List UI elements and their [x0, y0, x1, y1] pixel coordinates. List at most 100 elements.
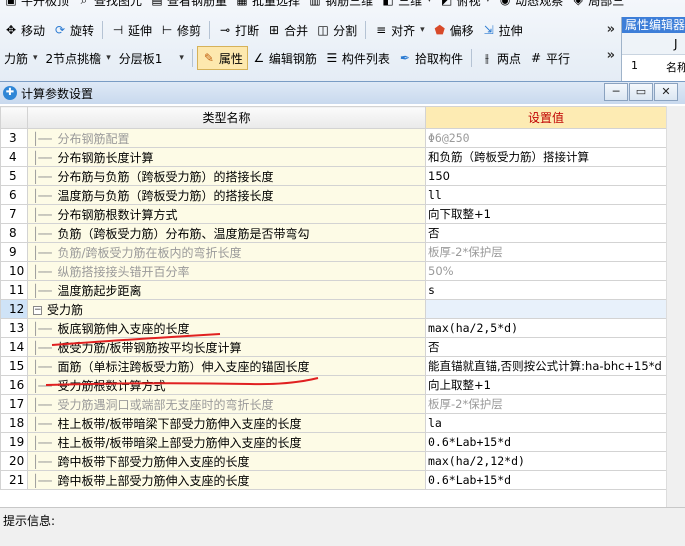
ribbon-top-item[interactable]: ⌕ 查找图元: [73, 0, 146, 12]
move-button[interactable]: ✥ 移动: [0, 18, 49, 42]
offset-icon: ⬟: [434, 23, 445, 37]
row-number: 7: [0, 204, 28, 224]
type-name-cell: │── 温度筋起步距离: [27, 280, 426, 300]
table-row[interactable]: 3 │── 分布钢筋配置 Φ6@250: [0, 128, 667, 148]
vertical-scrollbar[interactable]: [666, 106, 685, 509]
setting-value-cell[interactable]: 0.6*Lab+15*d: [425, 470, 667, 490]
setting-value-cell[interactable]: 向上取整+1: [425, 375, 667, 395]
table-row[interactable]: 11 │── 温度筋起步距离 s: [0, 280, 667, 300]
two-point-button[interactable]: ⫲ 两点: [476, 46, 525, 70]
setting-value-cell[interactable]: 否: [425, 337, 667, 357]
table-row[interactable]: 18 │── 柱上板带/板带暗梁下部受力筋伸入支座的长度 la: [0, 413, 667, 433]
table-row[interactable]: 13 │── 板底钢筋伸入支座的长度 max(ha/2,5*d): [0, 318, 667, 338]
table-row[interactable]: 6 │── 温度筋与负筋（跨板受力筋）的搭接长度 ll: [0, 185, 667, 205]
extend-button[interactable]: ⊣ 延伸: [107, 18, 156, 42]
setting-value-cell[interactable]: ll: [425, 185, 667, 205]
collapse-icon[interactable]: −: [33, 305, 42, 315]
merge-button[interactable]: ⊞ 合并: [263, 18, 312, 42]
tree-connector: │──: [32, 473, 54, 488]
trim-button[interactable]: ⊢ 修剪: [156, 18, 205, 42]
setting-value-cell[interactable]: max(ha/2,5*d): [425, 318, 667, 338]
row-number: 9: [0, 242, 28, 262]
row-number: 18: [0, 413, 28, 433]
setting-value-cell[interactable]: 50%: [425, 261, 667, 281]
pick-component-button[interactable]: ✒ 拾取构件: [394, 46, 467, 70]
setting-value-cell[interactable]: max(ha/2,12*d): [425, 451, 667, 471]
rebar-3d-icon: ▥: [309, 0, 321, 7]
rotate-button[interactable]: ⟳ 旋转: [49, 18, 98, 42]
parallel-button[interactable]: # 平行: [525, 46, 574, 70]
ribbon-top-item[interactable]: ▦ 批量选择: [231, 0, 304, 12]
minimize-button[interactable]: ─: [604, 83, 628, 101]
table-row[interactable]: 12− 受力筋: [0, 299, 667, 319]
attribute-icon: ✎: [203, 51, 214, 65]
type-name-cell: − 受力筋: [27, 299, 426, 319]
header-type-name: 类型名称: [27, 106, 426, 129]
edit-rebar-button[interactable]: ∠ 编辑钢筋: [248, 46, 321, 70]
offset-button[interactable]: ⬟ 偏移: [429, 18, 478, 42]
ribbon-top-item[interactable]: ◉ 动态观察: [494, 0, 567, 12]
table-row[interactable]: 20 │── 跨中板带下部受力筋伸入支座的长度 max(ha/2,12*d): [0, 451, 667, 471]
ribbon-top-item[interactable]: ◩ 俯视 ▾: [436, 0, 495, 12]
setting-value-cell[interactable]: 0.6*Lab+15*d: [425, 432, 667, 452]
setting-value-cell[interactable]: 能直锚就直锚,否则按公式计算:ha-bhc+15*d: [425, 356, 667, 376]
type-name-text: 分布钢筋根数计算方式: [57, 207, 178, 222]
window-controls: ─ ▭ ✕: [604, 83, 678, 101]
type-name-cell: │── 面筋（单标注跨板受力筋）伸入支座的锚固长度: [27, 356, 426, 376]
ribbon-top-item[interactable]: ▤ 查看钢筋量: [146, 0, 231, 12]
table-row[interactable]: 8 │── 负筋（跨板受力筋）分布筋、温度筋是否带弯勾否: [0, 223, 667, 243]
table-row[interactable]: 19 │── 柱上板带/板带暗梁上部受力筋伸入支座的长度 0.6*Lab+15*d: [0, 432, 667, 452]
dialog-titlebar[interactable]: ✚ 计算参数设置 ─ ▭ ✕: [0, 82, 685, 104]
table-row[interactable]: 17 │── 受力筋遇洞口或端部无支座时的弯折长度 板厚-2*保护层: [0, 394, 667, 414]
setting-value-cell[interactable]: [425, 299, 667, 319]
tree-connector: │──: [32, 283, 54, 298]
layer-dropdown[interactable]: 分层板1 ▾: [115, 46, 188, 70]
tree-connector: │──: [32, 397, 54, 412]
table-row[interactable]: 4 │── 分布钢筋长度计算 和负筋（跨板受力筋）搭接计算: [0, 147, 667, 167]
edit-rebar-icon: ∠: [253, 51, 265, 65]
table-row[interactable]: 7 │── 分布钢筋根数计算方式 向下取整+1: [0, 204, 667, 224]
attribute-button[interactable]: ✎ 属性: [196, 46, 248, 70]
merge-icon: ⊞: [269, 23, 280, 37]
align-button[interactable]: ≡ 对齐 ▾: [370, 18, 429, 42]
setting-value-cell[interactable]: 150: [425, 166, 667, 186]
table-row[interactable]: 14 │── 板受力筋/板带钢筋按平均长度计算否: [0, 337, 667, 357]
table-row[interactable]: 15 │── 面筋（单标注跨板受力筋）伸入支座的锚固长度 能直锚就直锚,否则按公式计…: [0, 356, 667, 376]
setting-value-cell[interactable]: 和负筋（跨板受力筋）搭接计算: [425, 147, 667, 167]
ribbon-expand-chevron[interactable]: »: [607, 22, 615, 37]
stretch-button[interactable]: ⇲ 拉伸: [478, 18, 527, 42]
orbit-icon: ◉: [499, 0, 511, 7]
ribbon-row-component: 力筋 ▾ 2节点挑檐 ▾ 分层板1 ▾ ✎ 属性 ∠ 编辑钢筋 ☰ 构件列表 ✒ 拾取构件 ⫲…: [0, 45, 574, 71]
component-dropdown[interactable]: 2节点挑檐 ▾: [42, 46, 115, 70]
type-dropdown[interactable]: 力筋 ▾: [0, 46, 42, 70]
table-row[interactable]: 10 │── 纵筋搭接接头错开百分率 50%: [0, 261, 667, 281]
break-button[interactable]: ⊸ 打断: [214, 18, 263, 42]
ribbon-top-item[interactable]: ◧ 三维 ▾: [377, 0, 436, 12]
setting-value-cell[interactable]: 板厚-2*保护层: [425, 242, 667, 262]
setting-value-cell[interactable]: s: [425, 280, 667, 300]
find-icon: ⌕: [80, 0, 88, 7]
setting-value-cell[interactable]: 否: [425, 223, 667, 243]
table-row[interactable]: 5 │── 分布筋与负筋（跨板受力筋）的搭接长度 150: [0, 166, 667, 186]
row-number: 14: [0, 337, 28, 357]
ribbon-top-item[interactable]: ▣ 牛开极顶: [0, 0, 73, 12]
table-row[interactable]: 21 │── 跨中板带上部受力筋伸入支座的长度 0.6*Lab+15*d: [0, 470, 667, 490]
property-row[interactable]: 1 名称: [622, 55, 685, 75]
setting-value-cell[interactable]: Φ6@250: [425, 128, 667, 148]
table-row[interactable]: 16 │── 受力筋根数计算方式 向上取整+1: [0, 375, 667, 395]
ribbon-top-item[interactable]: ▥ 钢筋三维: [304, 0, 377, 12]
setting-value-cell[interactable]: 向下取整+1: [425, 204, 667, 224]
split-button[interactable]: ◫ 分割: [312, 18, 361, 42]
setting-value-cell[interactable]: 板厚-2*保护层: [425, 394, 667, 414]
ribbon-expand-chevron[interactable]: »: [607, 48, 615, 63]
property-editor-header: J: [622, 33, 685, 55]
component-list-button[interactable]: ☰ 构件列表: [321, 46, 394, 70]
ribbon-top-item[interactable]: ◈ 局部三: [567, 0, 628, 12]
close-button[interactable]: ✕: [654, 83, 678, 101]
top-view-icon: ◩: [440, 0, 453, 7]
setting-value-cell[interactable]: la: [425, 413, 667, 433]
maximize-button[interactable]: ▭: [629, 83, 653, 101]
camera-icon: ▣: [5, 0, 17, 7]
type-name-text: 负筋/跨板受力筋在板内的弯折长度: [57, 245, 242, 260]
table-row[interactable]: 9 │── 负筋/跨板受力筋在板内的弯折长度 板厚-2*保护层: [0, 242, 667, 262]
